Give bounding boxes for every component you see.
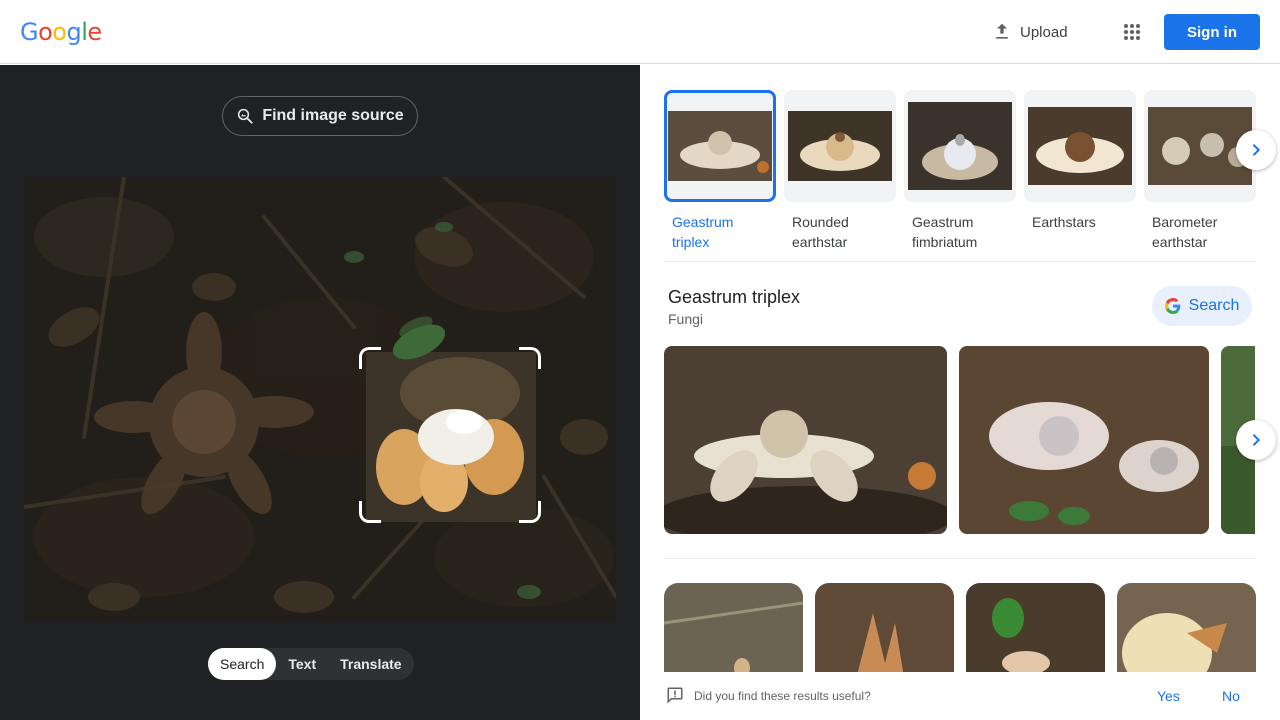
earthstar-thumbnail (1028, 107, 1132, 185)
result-image[interactable] (959, 346, 1209, 534)
find-image-source-label: Find image source (262, 107, 404, 124)
related-label-line: earthstar (792, 234, 848, 250)
feedback-yes-button[interactable]: Yes (1157, 688, 1180, 704)
related-label[interactable]: Barometer earthstar (1144, 212, 1256, 252)
images-next-button[interactable] (1236, 420, 1276, 460)
google-logo[interactable]: Google (20, 18, 102, 46)
mode-switcher: Search Text Translate (208, 648, 414, 680)
related-label[interactable]: Geastrum triplex (664, 212, 776, 252)
results-panel: Geastrum triplex Rounded earthstar Geastru… (640, 65, 1280, 720)
mode-search-tab[interactable]: Search (208, 648, 277, 680)
related-label[interactable]: Rounded earthstar (784, 212, 896, 252)
query-photo (24, 177, 616, 621)
mode-text-tab[interactable]: Text (276, 648, 328, 680)
related-label-line: Rounded (792, 214, 849, 230)
match-photo (1117, 583, 1256, 683)
related-searches-carousel: Geastrum triplex Rounded earthstar Geastru… (664, 90, 1264, 250)
match-photo (664, 583, 803, 683)
related-label-line: earthstar (1152, 234, 1208, 250)
visual-match-image[interactable] (664, 583, 803, 683)
query-image-panel: Find image source Search Text Translate (0, 65, 640, 720)
logo-letter: e (87, 18, 102, 46)
earthstar-photo (959, 346, 1209, 534)
upload-button[interactable]: Upload (992, 20, 1068, 44)
crop-selection[interactable] (359, 347, 541, 523)
find-image-source-button[interactable]: Find image source (222, 96, 418, 136)
related-thumbnail[interactable] (664, 90, 776, 202)
chevron-right-icon (1253, 144, 1261, 156)
logo-letter: g (66, 18, 82, 46)
related-label-line: fimbriatum (912, 234, 978, 250)
related-label-line: Geastrum (672, 214, 734, 230)
related-label[interactable]: Geastrum fimbriatum (904, 212, 1016, 252)
related-item[interactable]: Geastrum fimbriatum (904, 90, 1016, 252)
related-label[interactable]: Earthstars (1024, 212, 1136, 232)
logo-letter: o (38, 18, 53, 46)
logo-letter: G (20, 18, 39, 46)
related-item[interactable]: Barometer earthstar (1144, 90, 1256, 252)
crop-handle-bottom-left[interactable] (359, 501, 381, 523)
feedback-bar: Did you find these results useful? Yes N… (640, 672, 1280, 720)
feedback-icon (667, 687, 683, 704)
related-label-line: Geastrum (912, 214, 974, 230)
earthstar-thumbnail (788, 111, 892, 181)
logo-letter: o (52, 18, 67, 46)
image-search-icon (238, 108, 253, 124)
related-thumbnail[interactable] (784, 90, 896, 202)
divider (664, 558, 1256, 559)
top-bar: Google Upload Sign in (0, 0, 1280, 64)
visual-match-image[interactable] (1117, 583, 1256, 683)
entity-search-label: Search (1188, 297, 1240, 314)
match-photo (966, 583, 1105, 683)
divider (664, 261, 1256, 262)
entity-title: Geastrum triplex (668, 287, 801, 307)
visual-match-image[interactable] (966, 583, 1105, 683)
related-item[interactable]: Geastrum triplex (664, 90, 776, 252)
related-item[interactable]: Rounded earthstar (784, 90, 896, 252)
crop-handle-top-left[interactable] (359, 347, 381, 369)
chevron-right-icon (1253, 434, 1261, 446)
result-image[interactable] (664, 346, 947, 534)
google-g-icon (1164, 298, 1181, 314)
visual-match-image[interactable] (815, 583, 954, 683)
match-photo (815, 583, 954, 683)
upload-icon (996, 23, 1008, 39)
earthstar-photo (664, 346, 947, 534)
related-item[interactable]: Earthstars (1024, 90, 1136, 232)
feedback-no-button[interactable]: No (1222, 688, 1240, 704)
crop-handle-top-right[interactable] (519, 347, 541, 369)
apps-grid-icon[interactable] (1120, 20, 1144, 44)
crop-handle-bottom-right[interactable] (519, 501, 541, 523)
entity-subtitle: Fungi (668, 311, 704, 327)
sign-in-button[interactable]: Sign in (1164, 14, 1260, 50)
entity-search-button[interactable]: Search (1152, 286, 1252, 326)
earthstar-thumbnail (908, 102, 1012, 190)
feedback-question: Did you find these results useful? (694, 689, 871, 703)
related-label-line: triplex (672, 234, 710, 250)
related-thumbnail[interactable] (1024, 90, 1136, 202)
related-label-line: Barometer (1152, 214, 1218, 230)
related-next-button[interactable] (1236, 130, 1276, 170)
earthstar-thumbnail (668, 111, 772, 181)
related-label-line: Earthstars (1032, 214, 1096, 230)
mode-translate-tab[interactable]: Translate (328, 648, 413, 680)
upload-label: Upload (1020, 23, 1068, 41)
related-thumbnail[interactable] (904, 90, 1016, 202)
